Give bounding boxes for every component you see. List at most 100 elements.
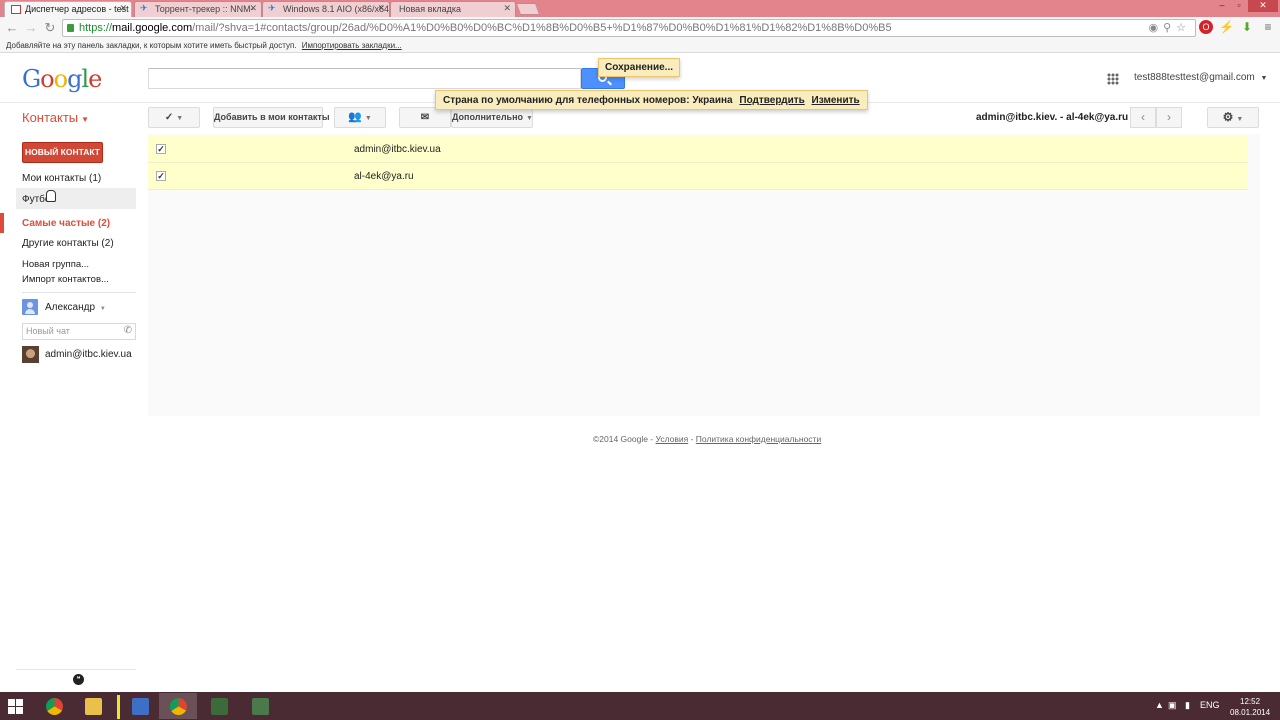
- tab-contacts[interactable]: Диспетчер адресов - test ✕: [4, 1, 132, 17]
- google-logo[interactable]: Google: [22, 65, 102, 93]
- chat-placeholder: Новый чат: [26, 326, 70, 336]
- sidebar-item-import[interactable]: Импорт контактов...: [22, 274, 109, 285]
- more-button[interactable]: Дополнительно ▼: [451, 107, 533, 128]
- search-input[interactable]: [148, 68, 581, 89]
- saving-toast: Сохранение...: [598, 58, 680, 77]
- signal-icon[interactable]: ▮: [1185, 700, 1190, 711]
- envelope-icon: ✉: [420, 112, 430, 123]
- browser-toolbar: ← → ↻ https://mail.google.com/mail/?shva…: [0, 17, 1280, 39]
- add-to-my-contacts-button[interactable]: Добавить в мои контакты: [213, 107, 330, 128]
- mouse-cursor: [46, 190, 56, 202]
- taskbar-app2[interactable]: [241, 693, 279, 719]
- new-chat-input[interactable]: Новый чат ✆: [22, 323, 136, 340]
- sidebar-bottom-divider: [16, 669, 136, 670]
- hangouts-icon[interactable]: ❝: [73, 674, 84, 685]
- reload-icon[interactable]: ↻: [43, 20, 57, 35]
- chevron-down-icon: ▼: [81, 115, 90, 124]
- app-icon: [252, 698, 269, 715]
- import-bookmarks-link[interactable]: Импортировать закладки...: [302, 41, 402, 50]
- taskbar-pin-marker: [117, 695, 120, 719]
- omnibox-icons[interactable]: ◉⚲☆: [1148, 21, 1191, 34]
- input-language[interactable]: ENG: [1200, 700, 1220, 710]
- url-path: /mail/?shva=1#contacts/group/26ad/%D0%A1…: [192, 22, 892, 34]
- chat-contact[interactable]: admin@itbc.kiev.ua: [45, 349, 132, 360]
- back-icon[interactable]: ←: [5, 20, 19, 35]
- sidebar-divider: [22, 292, 136, 293]
- forward-icon[interactable]: →: [24, 20, 38, 35]
- groups-button[interactable]: 👥 ▼: [334, 107, 386, 128]
- email-button[interactable]: ✉: [399, 107, 451, 128]
- chevron-down-icon: ▼: [99, 306, 106, 312]
- contacts-app-switcher[interactable]: Контакты ▼: [22, 110, 89, 125]
- chat-status-menu[interactable]: Александр ▼: [45, 302, 106, 313]
- sidebar-item-my-contacts[interactable]: Мои контакты (1): [22, 173, 101, 184]
- tab-label: Торрент-трекер :: NNM-: [155, 4, 254, 14]
- new-tab-button[interactable]: [515, 3, 541, 15]
- page-title: Контакты: [22, 110, 79, 125]
- taskbar-chrome-active[interactable]: [159, 693, 197, 719]
- url-protocol: https://: [79, 22, 113, 34]
- checkmark-icon: ✓: [164, 112, 174, 123]
- settings-button[interactable]: ⚙ ▼: [1207, 107, 1259, 128]
- menu-icon[interactable]: ≡: [1261, 20, 1275, 34]
- tray-arrow-icon[interactable]: ▲: [1155, 700, 1164, 710]
- privacy-link[interactable]: Политика конфиденциальности: [696, 434, 821, 444]
- change-link[interactable]: Изменить: [812, 95, 860, 106]
- sidebar-item-most-frequent[interactable]: Самые частые (2): [22, 218, 110, 229]
- bookmarks-bar: Добавляйте на эту панель закладки, к кот…: [0, 39, 1280, 53]
- group-icon: 👥: [348, 111, 362, 123]
- tray-device-icon[interactable]: ▣: [1168, 700, 1177, 711]
- opera-icon[interactable]: O: [1199, 20, 1213, 34]
- site-icon: ✈: [140, 3, 148, 13]
- restore-icon[interactable]: ▫: [1229, 0, 1249, 12]
- clock-time: 12:52: [1240, 697, 1261, 706]
- close-icon[interactable]: ✕: [249, 3, 257, 14]
- table-row[interactable]: ✓ admin@itbc.kiev.ua: [148, 136, 1248, 163]
- phone-icon[interactable]: ✆: [124, 325, 132, 336]
- clock[interactable]: 12:52 08.01.2014: [1230, 696, 1270, 718]
- taskbar-document[interactable]: [121, 693, 159, 719]
- taskbar-app[interactable]: [200, 693, 238, 719]
- page-footer: ©2014 Google - Условия - Политика конфид…: [593, 434, 821, 444]
- apps-grid-icon[interactable]: [1107, 73, 1119, 85]
- close-icon[interactable]: ✕: [119, 3, 127, 14]
- app-icon: [211, 698, 228, 715]
- prev-page-button[interactable]: ‹: [1130, 107, 1156, 128]
- next-page-button[interactable]: ›: [1156, 107, 1182, 128]
- new-contact-button[interactable]: НОВЫЙ КОНТАКТ: [22, 142, 103, 163]
- select-all-button[interactable]: ✓ ▼: [148, 107, 200, 128]
- site-icon: ✈: [268, 3, 276, 13]
- taskbar-explorer[interactable]: [74, 693, 112, 719]
- terms-link[interactable]: Условия: [656, 434, 689, 444]
- confirm-link[interactable]: Подтвердить: [739, 95, 804, 106]
- lightning-icon[interactable]: ⚡: [1219, 20, 1234, 34]
- taskbar-chrome[interactable]: [35, 693, 73, 719]
- row-checkbox[interactable]: ✓: [156, 144, 166, 154]
- address-bar[interactable]: https://mail.google.com/mail/?shva=1#con…: [62, 19, 1196, 37]
- gmail-icon: [11, 5, 21, 14]
- notice-text: Страна по умолчанию для телефонных номер…: [443, 95, 733, 106]
- tab-windows[interactable]: ✈ Windows 8.1 AIO (x86/x64 ✕: [262, 1, 390, 17]
- contact-email: admin@itbc.kiev.ua: [354, 144, 441, 155]
- selection-range: admin@itbc.kiev. - al-4ek@ya.ru: [976, 112, 1129, 123]
- sidebar-item-other-contacts[interactable]: Другие контакты (2): [22, 238, 114, 249]
- window-close-icon[interactable]: ✕: [1248, 0, 1278, 12]
- chat-username: Александр: [45, 302, 96, 313]
- chevron-down-icon: ▼: [176, 115, 184, 122]
- sidebar-item-new-group[interactable]: Новая группа...: [22, 259, 89, 270]
- table-row[interactable]: ✓ al-4ek@ya.ru: [148, 163, 1248, 190]
- chevron-down-icon: ▼: [364, 115, 372, 122]
- tab-new[interactable]: Новая вкладка ✕: [390, 1, 516, 17]
- tab-label: Диспетчер адресов - test: [25, 4, 129, 14]
- avatar[interactable]: [22, 299, 38, 315]
- tab-torrent[interactable]: ✈ Торрент-трекер :: NNM- ✕: [134, 1, 262, 17]
- close-icon[interactable]: ✕: [503, 3, 511, 14]
- account-menu[interactable]: test888testtest@gmail.com ▼: [1134, 72, 1267, 83]
- download-icon[interactable]: ⬇: [1240, 20, 1254, 34]
- chevron-right-icon: ›: [1167, 110, 1171, 124]
- close-icon[interactable]: ✕: [377, 3, 385, 14]
- windows-start-icon[interactable]: [8, 699, 23, 714]
- row-checkbox[interactable]: ✓: [156, 171, 166, 181]
- browser-titlebar: Диспетчер адресов - test ✕ ✈ Торрент-тре…: [0, 0, 1280, 17]
- chevron-left-icon: ‹: [1141, 110, 1145, 124]
